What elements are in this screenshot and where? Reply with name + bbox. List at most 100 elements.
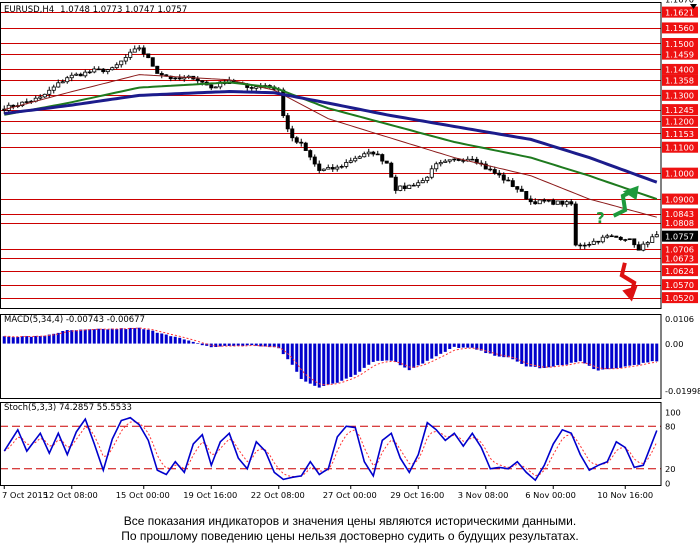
time-axis: 7 Oct 201512 Oct 08:00 15 Oct 00:00 19 Oct… [2,485,653,500]
macd-bar [439,343,443,354]
candle [438,159,443,167]
candle [528,195,533,205]
candle-body [560,200,565,205]
candle [393,174,398,194]
candle [335,164,340,172]
macd-bar [466,343,470,348]
candle-body [326,167,331,170]
candle [434,161,439,172]
candle-body [92,68,97,73]
candle-body [443,160,448,163]
macd-bar [358,343,362,372]
chart-symbol-header: EURUSD,H4 1.0748 1.0773 1.0747 1.0757 [4,5,187,15]
stoch-main-line [3,416,658,482]
price-label: 1.1300 [665,91,694,101]
macd-bar [542,343,546,368]
macd-bar [137,327,141,344]
macd-bar [367,343,371,365]
macd-bar [596,343,600,371]
macd-bar [335,343,339,383]
macd-bar [430,343,434,359]
candle [371,150,376,157]
stoch-axis-label: 100 [665,407,681,417]
price-label: 1.1358 [665,76,694,86]
candle [636,241,641,251]
candle-body [425,176,430,181]
candle [209,84,214,91]
macd-bar [164,334,168,344]
candle-body [159,73,164,76]
candle-body [56,82,61,88]
macd-bar [506,343,510,358]
candle-body [60,81,65,84]
candle-body [128,51,133,58]
candle [353,155,358,163]
candle-body [146,53,151,59]
candle-body [24,101,29,103]
macd-bar [322,343,326,386]
candle-body [510,180,515,187]
macd-bar [47,334,51,344]
macd-bar [43,335,47,344]
macd-bar [214,343,218,347]
candle-body [105,69,110,73]
macd-bar [286,343,290,360]
macd-bar [295,343,299,372]
candle [609,234,614,238]
disclaimer-line-1: Все показания индикаторов и значения цен… [123,514,577,528]
price-label: 1.1500 [665,39,694,49]
candle [596,240,601,245]
macd-bar [151,330,155,344]
macd-bar [331,343,335,384]
candle [303,141,308,151]
arrow-down-icon [619,262,638,302]
candle [582,242,587,250]
candle-body [110,67,115,71]
macd-bar [371,343,375,362]
candle [285,112,290,133]
candle [330,164,335,172]
macd-bar [133,328,137,344]
macd-bar [403,343,407,368]
candle-body [654,234,659,238]
macd-axis-label: -0.01998 [665,386,700,396]
candle [92,66,97,74]
macd-bar [632,343,636,365]
macd-bar [317,343,321,388]
candle [429,165,434,180]
candle-body [398,185,403,191]
macd-bar [452,343,456,347]
main-price-panel: 1.16701.16211.15601.15001.14591.14001.13… [0,0,698,304]
candle [128,48,133,60]
candle [74,72,79,76]
candle [60,79,65,84]
macd-bar [619,343,623,368]
candle-body [497,172,502,176]
macd-bar [434,343,438,357]
candle-body [114,64,119,69]
candle-body [537,199,542,205]
candle [627,238,632,241]
candle [407,184,412,190]
macd-bar [245,343,249,346]
macd-bar [20,336,24,344]
macd-bar [587,343,591,366]
candle-body [83,71,88,77]
candle-body [132,48,137,53]
candle-body [429,168,434,178]
candle [146,53,151,59]
candle-body [438,162,443,165]
macd-bar [124,329,128,344]
macd-bar [88,329,92,344]
candle-body [101,68,106,73]
candle [654,231,659,238]
candle-body [308,150,313,158]
candle-body [600,236,605,243]
macd-bar [38,336,42,344]
candle [87,69,92,74]
candle [317,160,322,174]
candle [398,185,403,192]
macd-bar [70,330,74,344]
macd-bar [101,328,105,344]
candle [645,241,650,248]
